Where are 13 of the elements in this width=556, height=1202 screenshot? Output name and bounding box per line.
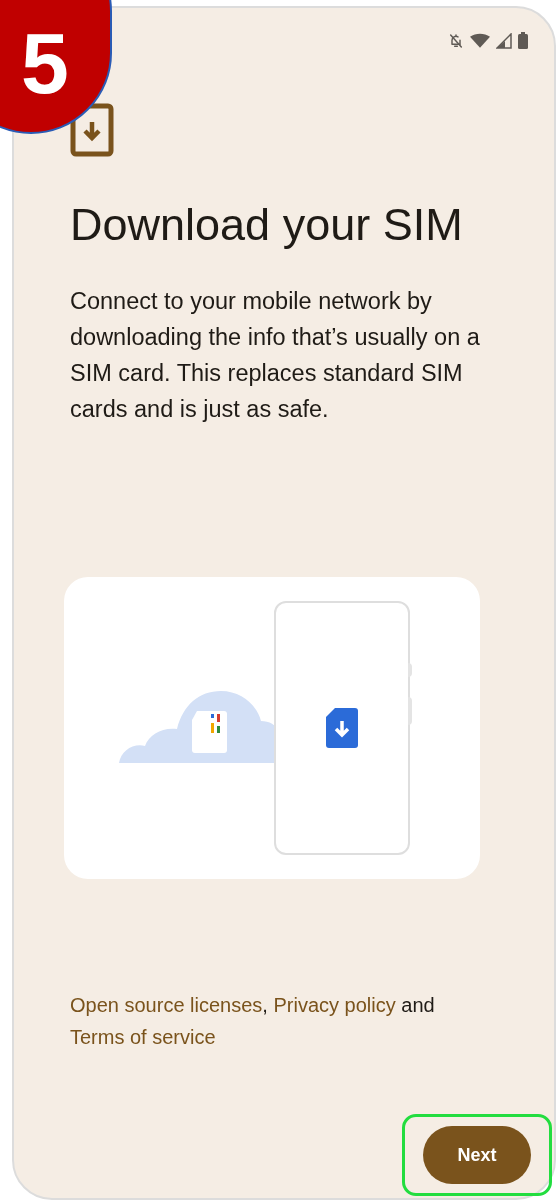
- battery-icon: [518, 32, 528, 49]
- step-number: 5: [21, 20, 69, 106]
- next-button[interactable]: Next: [423, 1126, 531, 1184]
- legal-link[interactable]: Terms of service: [70, 1026, 216, 1048]
- page-title: Download your SIM: [70, 198, 464, 252]
- legal-link[interactable]: Privacy policy: [273, 994, 396, 1016]
- wifi-icon: [470, 32, 490, 49]
- signal-icon: [496, 32, 512, 49]
- description-text: Connect to your mobile network by downloading the info that’s usually on a SIM card. This replaces standard SIM cards and is just as safe.: [70, 287, 481, 424]
- legal-link[interactable]: Open source licenses: [70, 994, 263, 1016]
- legal-text: Open source licenses, Privacy policy and Terms of service: [70, 993, 436, 1050]
- sim-download-icon: [326, 708, 358, 748]
- bell-off-icon: [448, 32, 464, 49]
